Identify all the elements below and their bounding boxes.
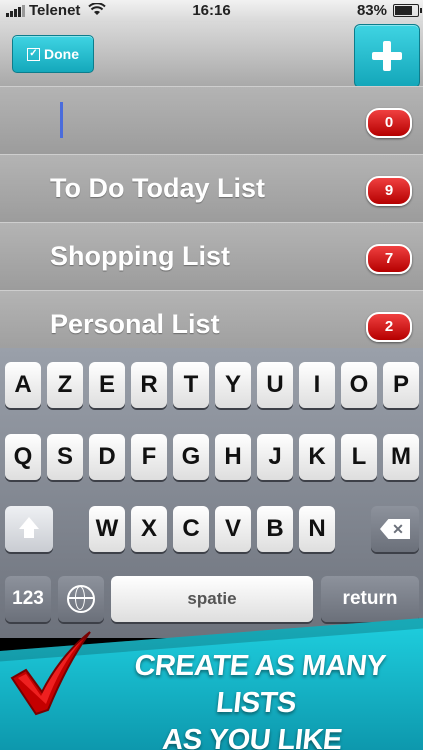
banner-line-1: CREATE AS MANY LISTS <box>132 650 388 719</box>
key-v[interactable]: V <box>215 506 251 552</box>
lists-table: 0 To Do Today List 9 Shopping List 7 Per… <box>0 86 423 348</box>
key-h[interactable]: H <box>215 434 251 480</box>
key-a[interactable]: A <box>5 362 41 408</box>
count-badge: 0 <box>366 108 412 138</box>
key-n[interactable]: N <box>299 506 335 552</box>
key-m[interactable]: M <box>383 434 419 480</box>
list-row[interactable]: Personal List 2 <box>0 290 423 348</box>
list-row-new[interactable]: 0 <box>0 86 423 155</box>
key-i[interactable]: I <box>299 362 335 408</box>
key-t[interactable]: T <box>173 362 209 408</box>
text-cursor <box>60 102 63 138</box>
banner-headline: CREATE AS MANY LISTS AS YOU LIKE <box>90 648 422 750</box>
nav-bar: ✓ Done <box>0 22 423 88</box>
battery-status: 83% <box>356 2 422 19</box>
key-q[interactable]: Q <box>5 434 41 480</box>
key-d[interactable]: D <box>89 434 125 480</box>
key-e[interactable]: E <box>89 362 125 408</box>
promo-banner: CREATE AS MANY LISTS AS YOU LIKE <box>0 618 423 750</box>
checkbox-icon: ✓ <box>27 47 40 61</box>
key-c[interactable]: C <box>173 506 209 552</box>
space-key[interactable]: spatie <box>111 576 313 622</box>
numbers-key[interactable]: 123 <box>5 576 51 622</box>
count-badge: 2 <box>366 312 412 342</box>
list-name: Personal List <box>50 309 220 339</box>
key-s[interactable]: S <box>47 434 83 480</box>
key-w[interactable]: W <box>89 506 125 552</box>
count-badge: 7 <box>366 244 412 274</box>
key-y[interactable]: Y <box>215 362 251 408</box>
list-name: To Do Today List <box>50 173 265 203</box>
backspace-icon: ✕ <box>380 519 410 539</box>
battery-icon <box>393 4 422 17</box>
return-key[interactable]: return <box>321 576 419 622</box>
key-x[interactable]: X <box>131 506 167 552</box>
key-r[interactable]: R <box>131 362 167 408</box>
red-checkmark-icon <box>8 626 94 721</box>
key-f[interactable]: F <box>131 434 167 480</box>
list-name: Shopping List <box>50 241 230 271</box>
done-label: Done <box>44 46 79 62</box>
key-o[interactable]: O <box>341 362 377 408</box>
globe-icon <box>67 585 95 613</box>
done-button[interactable]: ✓ Done <box>12 35 94 73</box>
list-row[interactable]: Shopping List 7 <box>0 222 423 291</box>
battery-percent: 83% <box>356 2 387 19</box>
status-bar: Telenet 16:16 83% <box>0 0 423 22</box>
key-u[interactable]: U <box>257 362 293 408</box>
banner-line-2: AS YOU LIKE <box>160 724 344 750</box>
list-row[interactable]: To Do Today List 9 <box>0 154 423 223</box>
key-g[interactable]: G <box>173 434 209 480</box>
globe-key[interactable] <box>58 576 104 622</box>
keyboard: A Z E R T Y U I O P Q S D F G H J K L M … <box>0 348 423 638</box>
key-z[interactable]: Z <box>47 362 83 408</box>
backspace-key[interactable]: ✕ <box>371 506 419 552</box>
key-b[interactable]: B <box>257 506 293 552</box>
shift-key[interactable] <box>5 506 53 552</box>
key-j[interactable]: J <box>257 434 293 480</box>
add-list-button[interactable] <box>354 24 420 88</box>
count-badge: 9 <box>366 176 412 206</box>
key-k[interactable]: K <box>299 434 335 480</box>
key-p[interactable]: P <box>383 362 419 408</box>
key-l[interactable]: L <box>341 434 377 480</box>
